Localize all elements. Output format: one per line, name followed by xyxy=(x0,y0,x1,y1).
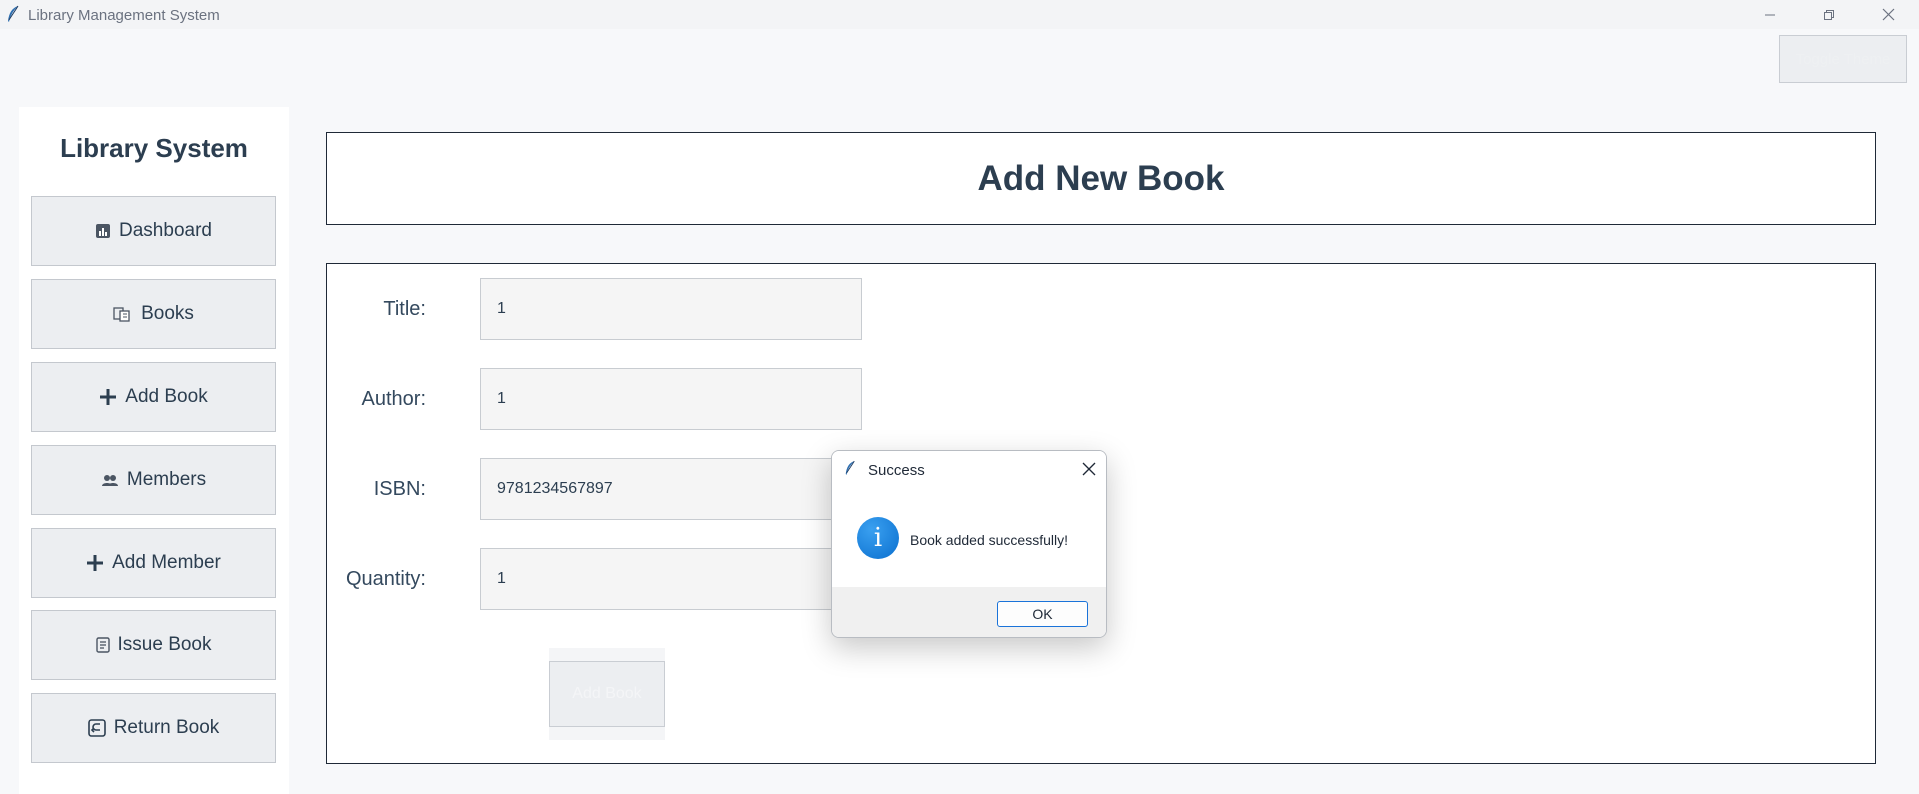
add-book-submit-button[interactable]: Add Book xyxy=(549,661,665,727)
plus-icon xyxy=(99,388,117,406)
quantity-label: Quantity: xyxy=(345,568,426,590)
sidebar-item-books[interactable]: Books xyxy=(31,279,276,349)
dialog-footer: OK xyxy=(832,587,1106,637)
sidebar-item-label: Dashboard xyxy=(119,220,212,241)
sidebar-item-return-book[interactable]: Return Book xyxy=(31,693,276,763)
restore-button[interactable] xyxy=(1800,0,1858,29)
sidebar: Library System Dashboard Books Add Book … xyxy=(19,107,289,794)
title-field[interactable]: 1 xyxy=(480,278,862,340)
minimize-icon xyxy=(1764,9,1776,21)
page-title: Add New Book xyxy=(977,158,1225,198)
author-label: Author: xyxy=(361,388,426,410)
sidebar-item-label: Members xyxy=(126,469,207,490)
dialog-body: i Book added successfully! xyxy=(832,489,1106,587)
sidebar-item-label: Issue Book xyxy=(117,634,212,655)
sidebar-item-label: Books xyxy=(141,303,194,324)
sidebar-item-label: Return Book xyxy=(113,717,220,738)
plus-icon xyxy=(86,554,104,572)
sidebar-item-issue-book[interactable]: Issue Book xyxy=(31,610,276,680)
window-title: Library Management System xyxy=(28,7,220,24)
sidebar-item-label: Add Book xyxy=(125,386,208,407)
close-button[interactable] xyxy=(1859,0,1917,29)
ok-button[interactable]: OK xyxy=(997,601,1088,627)
info-icon: i xyxy=(857,517,899,559)
isbn-field[interactable]: 9781234567897 xyxy=(480,458,862,520)
quantity-field[interactable]: 1 xyxy=(480,548,862,610)
close-icon xyxy=(1882,8,1895,21)
isbn-label: ISBN: xyxy=(373,478,426,500)
issue-icon xyxy=(95,637,110,653)
return-icon xyxy=(87,719,106,737)
toggle-theme-button[interactable]: Toggle Theme xyxy=(1779,35,1907,83)
title-label: Title: xyxy=(383,298,426,320)
restore-icon xyxy=(1823,9,1835,21)
members-icon xyxy=(101,473,119,487)
dashboard-icon xyxy=(95,223,111,239)
feather-icon xyxy=(6,5,20,23)
close-icon[interactable] xyxy=(1080,460,1098,483)
sidebar-item-dashboard[interactable]: Dashboard xyxy=(31,196,276,266)
dialog-title: Success xyxy=(868,462,925,479)
minimize-button[interactable] xyxy=(1741,0,1799,29)
page-header: Add New Book xyxy=(326,132,1876,225)
window-titlebar: Library Management System xyxy=(0,0,1919,29)
dialog-titlebar: Success xyxy=(832,451,1106,489)
dialog-message: Book added successfully! xyxy=(910,532,1068,548)
sidebar-item-add-member[interactable]: Add Member xyxy=(31,528,276,598)
sidebar-title: Library System xyxy=(60,133,248,163)
sidebar-item-add-book[interactable]: Add Book xyxy=(31,362,276,432)
sidebar-item-label: Add Member xyxy=(112,552,221,573)
feather-icon xyxy=(844,460,856,481)
author-field[interactable]: 1 xyxy=(480,368,862,430)
success-dialog: Success i Book added successfully! OK xyxy=(831,450,1107,638)
add-book-button-wrap: Add Book xyxy=(549,648,665,740)
sidebar-item-members[interactable]: Members xyxy=(31,445,276,515)
books-icon xyxy=(113,306,133,322)
